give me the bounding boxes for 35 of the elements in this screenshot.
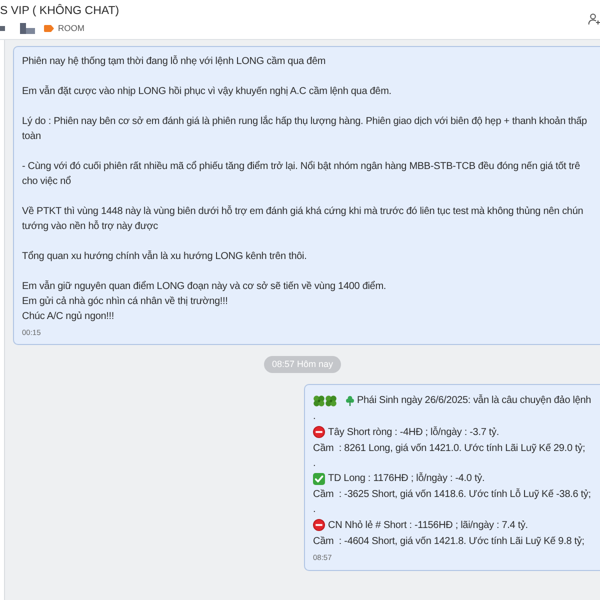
no-entry-icon — [313, 426, 325, 438]
message-text: . — [313, 410, 316, 424]
message-text: Chúc A/C ngủ ngon!!! — [22, 310, 114, 324]
message-text: TD Long : 1176HĐ ; lỗ/ngày : -4.0 tỷ. — [328, 471, 485, 486]
date-divider: 08:57 Hôm nay — [264, 356, 342, 373]
message-text: Tây Short ròng : -4HĐ ; lỗ/ngày : -3.7 tỷ. — [328, 425, 499, 440]
clover-icon — [313, 394, 325, 406]
message-text: Em vẫn giữ nguyên quan điểm LONG đoạn này và cơ sở sẽ tiến về vùng 1400 điểm. — [22, 279, 386, 294]
message-text: Phiên nay hệ thống tạm thời đang lỗ nhẹ với lệnh LONG cầm qua đêm — [22, 54, 326, 69]
check-icon — [313, 472, 325, 485]
message-text: Em vẫn đặt cược vào nhịp LONG hồi phục vì vậy khuyến nghị A.C cầm lệnh qua đêm. — [22, 84, 392, 99]
message-text: Cầm : 8261 Long, giá vốn 1421.0. Ước tính Lãi Luỹ Kế 29.0 tỷ; — [313, 442, 586, 456]
message-text: Cầm : -4604 Short, giá vốn 1421.8. Ước tính Lãi Luỹ Kế 9.8 tỷ; — [313, 534, 584, 548]
no-entry-icon — [313, 519, 325, 532]
clover-icon — [325, 394, 337, 406]
message-text: . — [313, 456, 316, 470]
message-text: toàn — [22, 130, 41, 144]
message-text: Lý do : Phiên nay bên cơ sở em đánh giá là phiên rung lắc hấp thụ lượng hàng. Phiên giao dịch với biên độ hẹp + thanh khoản thấp — [22, 114, 587, 129]
message-text: Tổng quan xu hướng chính vẫn là xu hướng LONG kênh trên thôi. — [22, 249, 307, 264]
message-text: cho việc nổ — [22, 174, 71, 189]
message-text: Em gửi cả nhà góc nhìn cá nhân về thị trường!!! — [22, 295, 228, 309]
room-label: ROOM — [58, 23, 84, 33]
shamrock-icon — [346, 396, 354, 406]
message-text: . — [313, 503, 316, 517]
blocks-icon — [20, 22, 35, 34]
message-text: - Cùng với đó cuối phiên rất nhiều mã cổ phiếu tăng điểm trở lại. Nổi bật nhóm ngân hàng MBB-STB-TCB đều đóng nến giá tốt trê — [22, 160, 580, 174]
message-text: Về PTKT thì vùng 1448 này là vùng biên dưới hỗ trợ em đánh giá khá cứng khi mà trước đó liên tục test mà không thủng nên chún — [22, 204, 584, 219]
message-text: tướng vào nền hỗ trợ này được — [22, 219, 158, 234]
message-text: CN Nhỏ lẻ # Short : -1156HĐ ; lãi/ngày : 7.4 tỷ. — [328, 518, 528, 533]
message-text: Cầm : -3625 Short, giá vốn 1418.6. Ước tính Lỗ Luỹ Kế -38.6 tỷ; — [313, 487, 591, 502]
add-person-icon[interactable] — [588, 13, 600, 25]
chat-title: S VIP ( KHÔNG CHAT) — [0, 4, 120, 18]
tag-icon — [44, 24, 54, 32]
block-icon — [0, 26, 5, 30]
message-text: Phái Sinh ngày 26/6/2025: vẫn là câu chuyện đảo lệnh — [357, 393, 592, 408]
